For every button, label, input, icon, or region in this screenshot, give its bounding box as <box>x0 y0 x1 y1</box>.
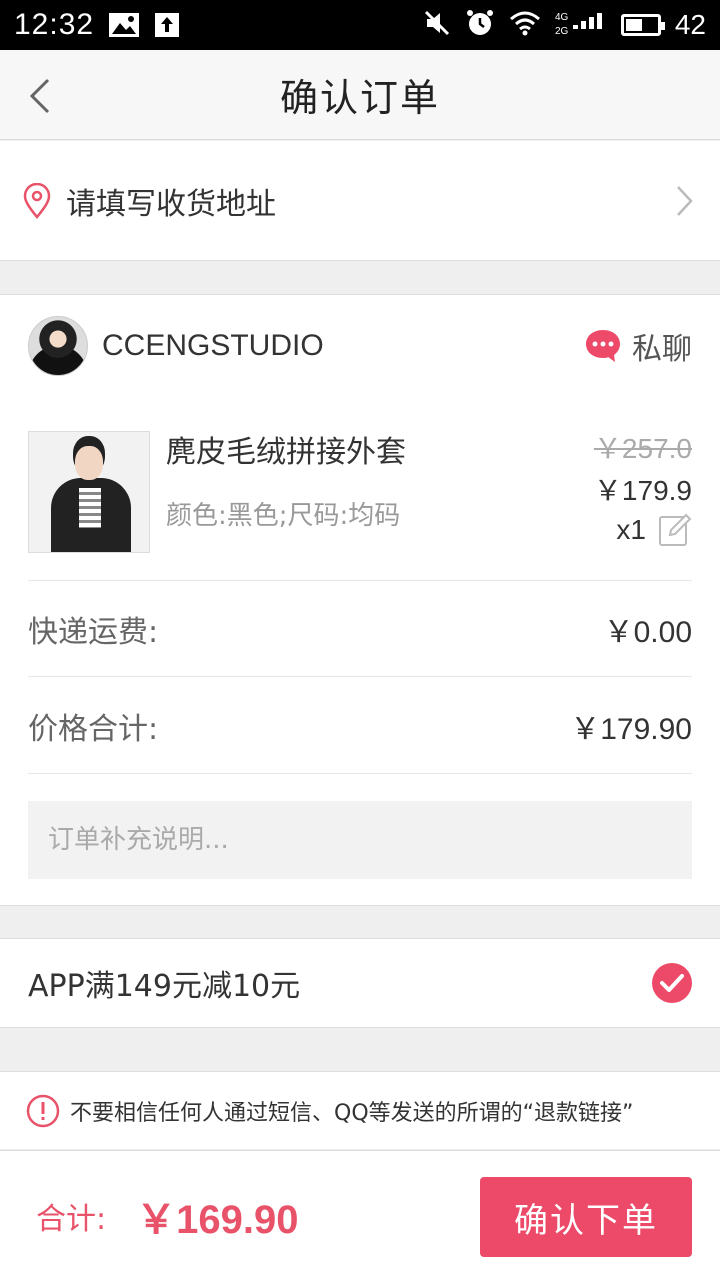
warning-banner: 不要相信任何人通过短信、QQ等发送的所谓的“退款链接” <box>0 1071 720 1149</box>
chevron-right-icon <box>677 186 693 216</box>
price-total-label: 价格合计: <box>28 711 159 747</box>
warning-text: 不要相信任何人通过短信、QQ等发送的所谓的“退款链接” <box>70 1100 634 1126</box>
shop-name[interactable]: CCENGSTUDIO <box>102 329 324 363</box>
signal-icon: 4G 2G <box>555 9 607 42</box>
status-bar: 12:32 4G 2G 42 <box>0 0 720 50</box>
address-selector[interactable]: 请填写收货地址 <box>0 141 720 261</box>
location-pin-icon <box>23 182 51 219</box>
edit-icon[interactable] <box>658 513 692 547</box>
alarm-icon <box>465 8 495 43</box>
wifi-icon <box>509 10 541 41</box>
warning-icon <box>26 1094 60 1127</box>
svg-text:2G: 2G <box>555 26 569 37</box>
chat-button[interactable]: 私聊 <box>584 324 692 368</box>
status-time: 12:32 <box>14 8 95 41</box>
product-quantity: x1 <box>616 514 646 545</box>
shipping-value: ￥0.00 <box>603 615 692 649</box>
submit-order-button[interactable]: 确认下单 <box>480 1177 692 1257</box>
chevron-left-icon[interactable] <box>22 76 62 116</box>
price-total-row: 价格合计: ￥179.90 <box>28 678 692 774</box>
address-placeholder: 请填写收货地址 <box>66 186 276 222</box>
svg-text:4G: 4G <box>555 12 569 23</box>
price-total-value: ￥179.90 <box>570 712 692 746</box>
page-title: 确认订单 <box>279 76 440 120</box>
product-image[interactable] <box>28 431 150 553</box>
quantity-group: x1 <box>616 513 692 547</box>
product-price: ￥179.9 <box>593 475 692 506</box>
promo-row[interactable]: APP满149元减10元 <box>0 938 720 1028</box>
promo-text: APP满149元减10元 <box>28 969 301 1004</box>
mute-icon <box>423 9 451 42</box>
checkout-bar: 合计: ￥169.90 确认下单 <box>0 1150 720 1280</box>
product-item[interactable]: 麂皮毛绒拼接外套 颜色:黑色;尺码:均码 ￥257.0 ￥179.9 x1 <box>28 421 692 581</box>
upload-icon <box>154 12 180 38</box>
chat-bubble-icon <box>586 330 620 362</box>
shipping-label: 快递运费: <box>28 614 159 650</box>
battery-icon <box>620 14 665 36</box>
order-remark-input[interactable] <box>28 801 692 879</box>
shipping-row: 快递运费: ￥0.00 <box>28 581 692 677</box>
product-name: 麂皮毛绒拼接外套 <box>166 435 406 470</box>
battery-level: 42 <box>674 9 706 40</box>
sum-label: 合计: <box>36 1201 107 1237</box>
shop-header: CCENGSTUDIO 私聊 <box>28 315 692 377</box>
avatar[interactable] <box>28 316 88 376</box>
checkmark-icon[interactable] <box>652 963 692 1003</box>
sum-value: ￥169.90 <box>136 1197 299 1242</box>
order-card: CCENGSTUDIO 私聊 麂皮毛绒拼接外套 颜色:黑色;尺码:均码 ￥257… <box>0 294 720 906</box>
nav-bar: 确认订单 <box>0 50 720 140</box>
image-icon <box>108 12 140 38</box>
chat-label: 私聊 <box>632 332 692 367</box>
original-price: ￥257.0 <box>593 433 692 464</box>
product-spec: 颜色:黑色;尺码:均码 <box>166 501 401 531</box>
